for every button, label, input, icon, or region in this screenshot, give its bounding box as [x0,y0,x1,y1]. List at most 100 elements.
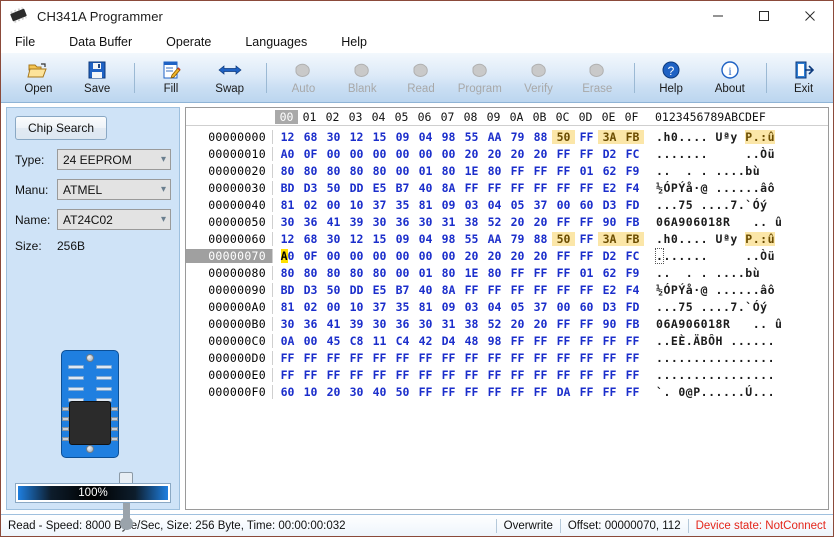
hex-byte[interactable]: 50 [552,130,575,144]
hex-byte[interactable]: 09 [437,198,460,212]
hex-byte[interactable]: FF [368,368,391,382]
hex-row[interactable]: 00000010A00F00000000000020202020FFFFD2FC… [186,145,828,162]
hex-byte[interactable]: 1E [460,266,483,280]
hex-byte[interactable]: 3A [598,232,621,246]
hex-byte[interactable]: 80 [483,164,506,178]
hex-byte[interactable]: FF [552,181,575,195]
hex-byte[interactable]: DA [552,385,575,399]
hex-row-ascii[interactable]: ................ [656,368,775,382]
hex-byte[interactable]: 36 [391,215,414,229]
hex-byte[interactable]: FF [414,368,437,382]
hex-byte[interactable]: 81 [414,198,437,212]
hex-byte[interactable]: FB [621,317,644,331]
hex-byte[interactable]: 20 [460,249,483,263]
hex-byte[interactable]: 09 [391,232,414,246]
hex-byte[interactable]: 00 [437,249,460,263]
hex-byte[interactable]: FF [391,351,414,365]
hex-byte[interactable]: 30 [322,130,345,144]
hex-byte[interactable]: 48 [460,334,483,348]
hex-byte[interactable]: FF [414,351,437,365]
hex-byte[interactable]: FF [529,283,552,297]
hex-byte[interactable]: 30 [414,215,437,229]
hex-col-header-0E[interactable]: 0E [597,110,620,124]
hex-byte[interactable]: 20 [483,147,506,161]
hex-byte[interactable]: 20 [506,249,529,263]
hex-byte[interactable]: 81 [276,300,299,314]
hex-row-bytes[interactable]: 0A0045C811C442D44898FFFFFFFFFFFF [272,334,644,348]
hex-byte[interactable]: 8A [437,181,460,195]
hex-byte[interactable]: 00 [322,147,345,161]
hex-byte[interactable]: 10 [299,385,322,399]
hex-byte[interactable]: 00 [414,147,437,161]
hex-row-ascii[interactable]: .h0.... Uªy P.:û [656,232,775,246]
hex-byte[interactable]: FF [529,266,552,280]
hex-byte[interactable]: 37 [529,300,552,314]
hex-byte[interactable]: 41 [322,317,345,331]
hex-byte[interactable]: FF [529,181,552,195]
hex-byte[interactable]: 04 [414,232,437,246]
hex-byte[interactable]: FF [552,164,575,178]
hex-byte[interactable]: 12 [276,130,299,144]
chip-search-button[interactable]: Chip Search [15,116,107,140]
hex-byte[interactable]: FF [506,283,529,297]
hex-byte[interactable]: 98 [483,334,506,348]
hex-byte[interactable]: 20 [529,147,552,161]
hex-byte[interactable]: 42 [414,334,437,348]
hex-byte[interactable]: FF [575,283,598,297]
hex-byte[interactable]: FF [575,368,598,382]
hex-byte[interactable]: FF [483,181,506,195]
hex-byte[interactable]: FF [506,351,529,365]
hex-byte[interactable]: 90 [598,317,621,331]
menu-operate[interactable]: Operate [166,33,223,51]
hex-byte[interactable]: E5 [368,283,391,297]
hex-byte[interactable]: 20 [529,249,552,263]
hex-byte[interactable]: FF [322,368,345,382]
hex-byte[interactable]: 02 [299,300,322,314]
hex-byte[interactable]: D2 [598,147,621,161]
hex-byte[interactable]: BD [276,283,299,297]
hex-byte[interactable]: FF [506,164,529,178]
hex-byte[interactable]: 31 [437,215,460,229]
hex-byte[interactable]: 30 [276,215,299,229]
close-icon[interactable] [787,1,833,31]
hex-byte[interactable]: 12 [345,232,368,246]
hex-byte[interactable]: 88 [529,232,552,246]
hex-byte[interactable]: FF [621,334,644,348]
hex-byte[interactable]: C8 [345,334,368,348]
hex-byte[interactable]: 00 [345,147,368,161]
hex-byte[interactable]: AA [483,232,506,246]
hex-row-ascii[interactable]: ½ÓPÝå·@ ......âô [656,283,775,297]
hex-byte[interactable]: 04 [483,198,506,212]
hex-byte[interactable]: 03 [460,300,483,314]
hex-byte[interactable]: 20 [506,317,529,331]
hex-byte[interactable]: 00 [299,334,322,348]
hex-byte[interactable]: 50 [322,181,345,195]
hex-row-ascii[interactable]: ..EÈ.ÄBÔH ...... [656,334,775,348]
hex-byte[interactable]: C4 [391,334,414,348]
toolbar-button-swap[interactable]: Swap [200,55,259,101]
hex-byte[interactable]: 52 [483,317,506,331]
hex-byte[interactable]: 39 [345,317,368,331]
hex-row-bytes[interactable]: 8102001037358109030405370060D3FD [272,300,644,314]
hex-byte[interactable]: 00 [322,249,345,263]
hex-byte[interactable]: FF [598,368,621,382]
hex-col-header-06[interactable]: 06 [413,110,436,124]
hex-byte[interactable]: 55 [460,130,483,144]
hex-byte[interactable]: E2 [598,181,621,195]
hex-byte[interactable]: FF [621,351,644,365]
hex-byte[interactable]: A0 [276,147,299,161]
hex-byte[interactable]: FF [506,385,529,399]
hex-byte[interactable]: A0 [276,249,299,263]
hex-byte[interactable]: 04 [483,300,506,314]
hex-byte[interactable]: 30 [368,215,391,229]
hex-byte[interactable]: FF [575,215,598,229]
hex-row[interactable]: 000000F0601020304050FFFFFFFFFFFFDAFFFFFF… [186,383,828,400]
hex-byte[interactable]: 80 [299,164,322,178]
hex-byte[interactable]: FF [575,181,598,195]
hex-byte[interactable]: DD [345,181,368,195]
toolbar-button-save[interactable]: Save [68,55,127,101]
hex-byte[interactable]: 3A [598,130,621,144]
hex-byte[interactable]: FD [621,300,644,314]
hex-byte[interactable]: FF [322,351,345,365]
hex-byte[interactable]: 80 [368,164,391,178]
